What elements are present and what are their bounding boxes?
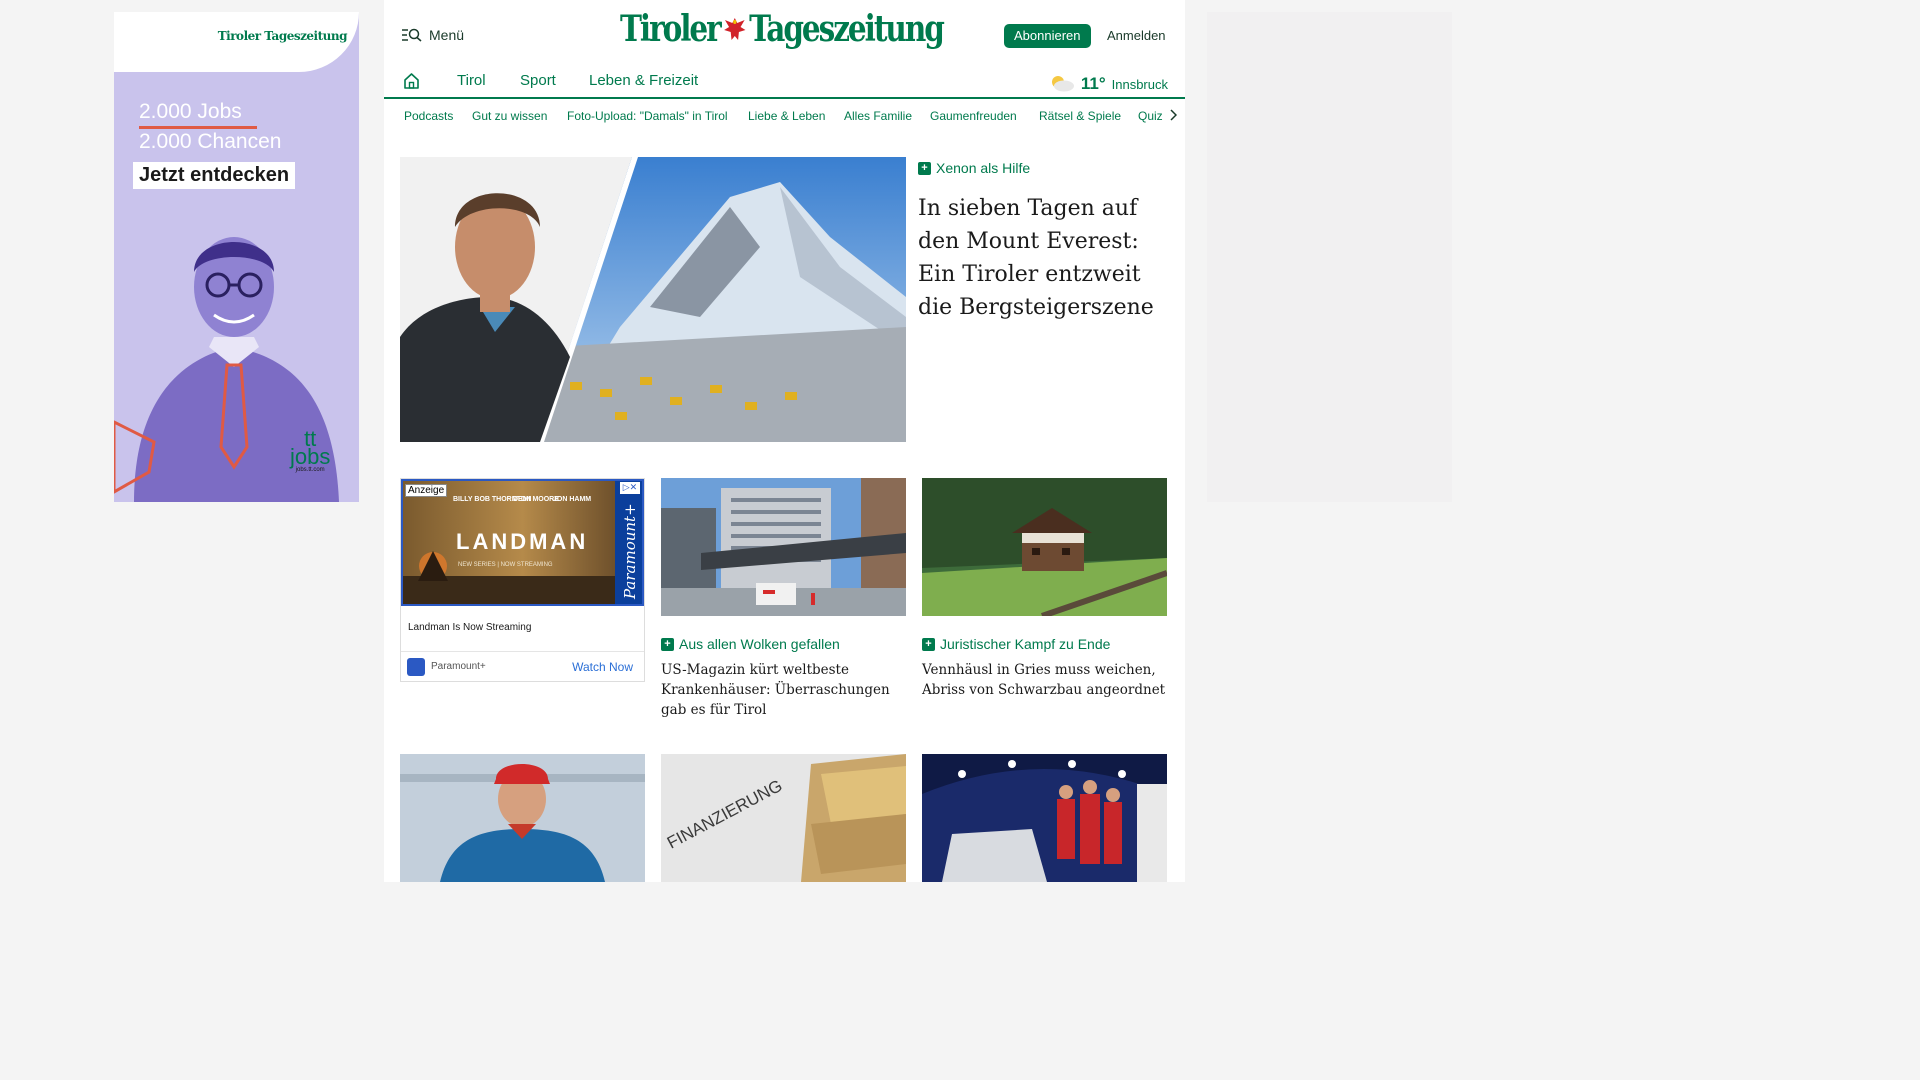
subnav-item-raetsel-spiele[interactable]: Rätsel & Spiele: [1039, 109, 1121, 123]
subnav-item-alles-familie[interactable]: Alles Familie: [844, 109, 912, 123]
ad-skyscraper-right[interactable]: [1207, 12, 1452, 502]
article-image-finance[interactable]: FINANZIERUNG: [661, 754, 906, 882]
main-column: Menü Tiroler Tageszeitung Abonnieren Anm…: [384, 0, 1185, 882]
plus-icon: +: [922, 637, 935, 651]
main-navigation: Tirol Sport Leben & Freizeit 11° Innsbru…: [384, 64, 1185, 99]
weather-widget[interactable]: 11° Innsbruck: [1049, 71, 1168, 94]
hero-photo: [400, 157, 906, 442]
ad-source: Paramount+: [431, 661, 486, 672]
site-logo[interactable]: Tiroler Tageszeitung: [620, 8, 945, 50]
nav-item-leben-freizeit[interactable]: Leben & Freizeit: [589, 72, 698, 89]
header: Menü Tiroler Tageszeitung Abonnieren Anm…: [384, 0, 1185, 64]
article-image-house[interactable]: [922, 478, 1167, 616]
article-image-tunnel[interactable]: [922, 754, 1167, 882]
hospital-photo: [661, 478, 906, 616]
hero-title[interactable]: In sieben Tagen auf den Mount Everest: E…: [918, 192, 1158, 324]
subnav-item-quiz[interactable]: Quiz: [1138, 109, 1163, 123]
nav-item-tirol[interactable]: Tirol: [457, 72, 486, 89]
article-image-hospital[interactable]: [661, 478, 906, 616]
ad-cta[interactable]: Jetzt entdecken: [133, 162, 296, 189]
ad-headline[interactable]: Landman Is Now Streaming: [408, 622, 531, 633]
weather-city: Innsbruck: [1111, 77, 1168, 92]
ad-show-title: LANDMAN: [456, 529, 588, 554]
menu-button[interactable]: Menü: [402, 27, 464, 43]
hero-image[interactable]: [400, 157, 906, 442]
logo-text-right: Tageszeitung: [749, 8, 945, 50]
plus-icon: +: [661, 637, 674, 651]
partly-cloudy-icon: [1051, 76, 1074, 92]
tyrol-eagle-icon: [723, 18, 746, 40]
subscribe-button[interactable]: Abonnieren: [1004, 24, 1091, 48]
menu-label: Menü: [429, 27, 465, 43]
article-kicker-text: Aus allen Wolken gefallen: [679, 636, 840, 652]
article-title-house[interactable]: Vennhäusl in Gries muss weichen, Abriss …: [922, 660, 1167, 700]
article-kicker-house[interactable]: + Juristischer Kampf zu Ende: [922, 636, 1110, 652]
sub-navigation: Podcasts Gut zu wissen Foto-Upload: "Dam…: [384, 101, 1185, 131]
ad-underline: [139, 126, 257, 129]
ad-subline: NEW SERIES | NOW STREAMING: [458, 562, 553, 568]
ad-label: Anzeige: [405, 484, 448, 497]
native-ad-card[interactable]: BILLY BOB THORNTON DEMI MOORE JON HAMM L…: [400, 478, 645, 682]
tunnel-photo: [922, 754, 1167, 882]
ad-headline-2: 2.000 Chancen: [139, 130, 282, 153]
finance-photo: FINANZIERUNG: [661, 754, 906, 882]
chevron-right-icon[interactable]: [1169, 109, 1177, 121]
home-icon[interactable]: [403, 72, 420, 89]
article-image-coach[interactable]: [400, 754, 645, 882]
ad-choices-icon[interactable]: ▷✕: [620, 482, 640, 494]
ad-headline-1: 2.000 Jobs: [139, 100, 242, 123]
paramount-logo: Paramount+: [621, 503, 639, 600]
ad-footer: Paramount+ Watch Now: [401, 651, 644, 681]
house-photo: [922, 478, 1167, 616]
paramount-icon: [407, 658, 425, 676]
subnav-item-podcasts[interactable]: Podcasts: [404, 109, 453, 123]
landman-ad-image: BILLY BOB THORNTON DEMI MOORE JON HAMM L…: [403, 481, 642, 604]
nav-item-sport[interactable]: Sport: [520, 72, 556, 89]
ad-skyscraper-left[interactable]: Tiroler Tageszeitung 2.000 Jobs 2.000 Ch…: [114, 12, 359, 502]
coach-photo: [400, 754, 645, 882]
article-kicker-hospital[interactable]: + Aus allen Wolken gefallen: [661, 636, 840, 652]
tt-jobs-logo: tt jobs jobs.tt.com: [290, 426, 331, 474]
login-button[interactable]: Anmelden: [1107, 28, 1166, 43]
logo-text-left: Tiroler: [620, 8, 722, 50]
subnav-item-foto-upload[interactable]: Foto-Upload: "Damals" in Tirol: [567, 109, 728, 123]
watch-now-link[interactable]: Watch Now: [572, 660, 633, 674]
plus-icon: +: [918, 161, 931, 175]
menu-search-icon: [402, 28, 422, 42]
subnav-item-liebe-leben[interactable]: Liebe & Leben: [748, 109, 825, 123]
weather-temperature: 11°: [1080, 74, 1106, 93]
article-kicker-text: Juristischer Kampf zu Ende: [940, 636, 1111, 652]
ad-brand: Tiroler Tageszeitung: [217, 29, 348, 43]
subnav-item-gut-zu-wissen[interactable]: Gut zu wissen: [472, 109, 547, 123]
hero-kicker-text: Xenon als Hilfe: [936, 160, 1031, 176]
hero-kicker[interactable]: + Xenon als Hilfe: [918, 160, 1030, 176]
ad-visual[interactable]: BILLY BOB THORNTON DEMI MOORE JON HAMM L…: [401, 479, 644, 606]
subnav-item-gaumenfreuden[interactable]: Gaumenfreuden: [930, 109, 1017, 123]
ad-cast-3: JON HAMM: [553, 496, 591, 503]
article-title-hospital[interactable]: US-Magazin kürt weltbeste Krankenhäuser:…: [661, 660, 906, 720]
